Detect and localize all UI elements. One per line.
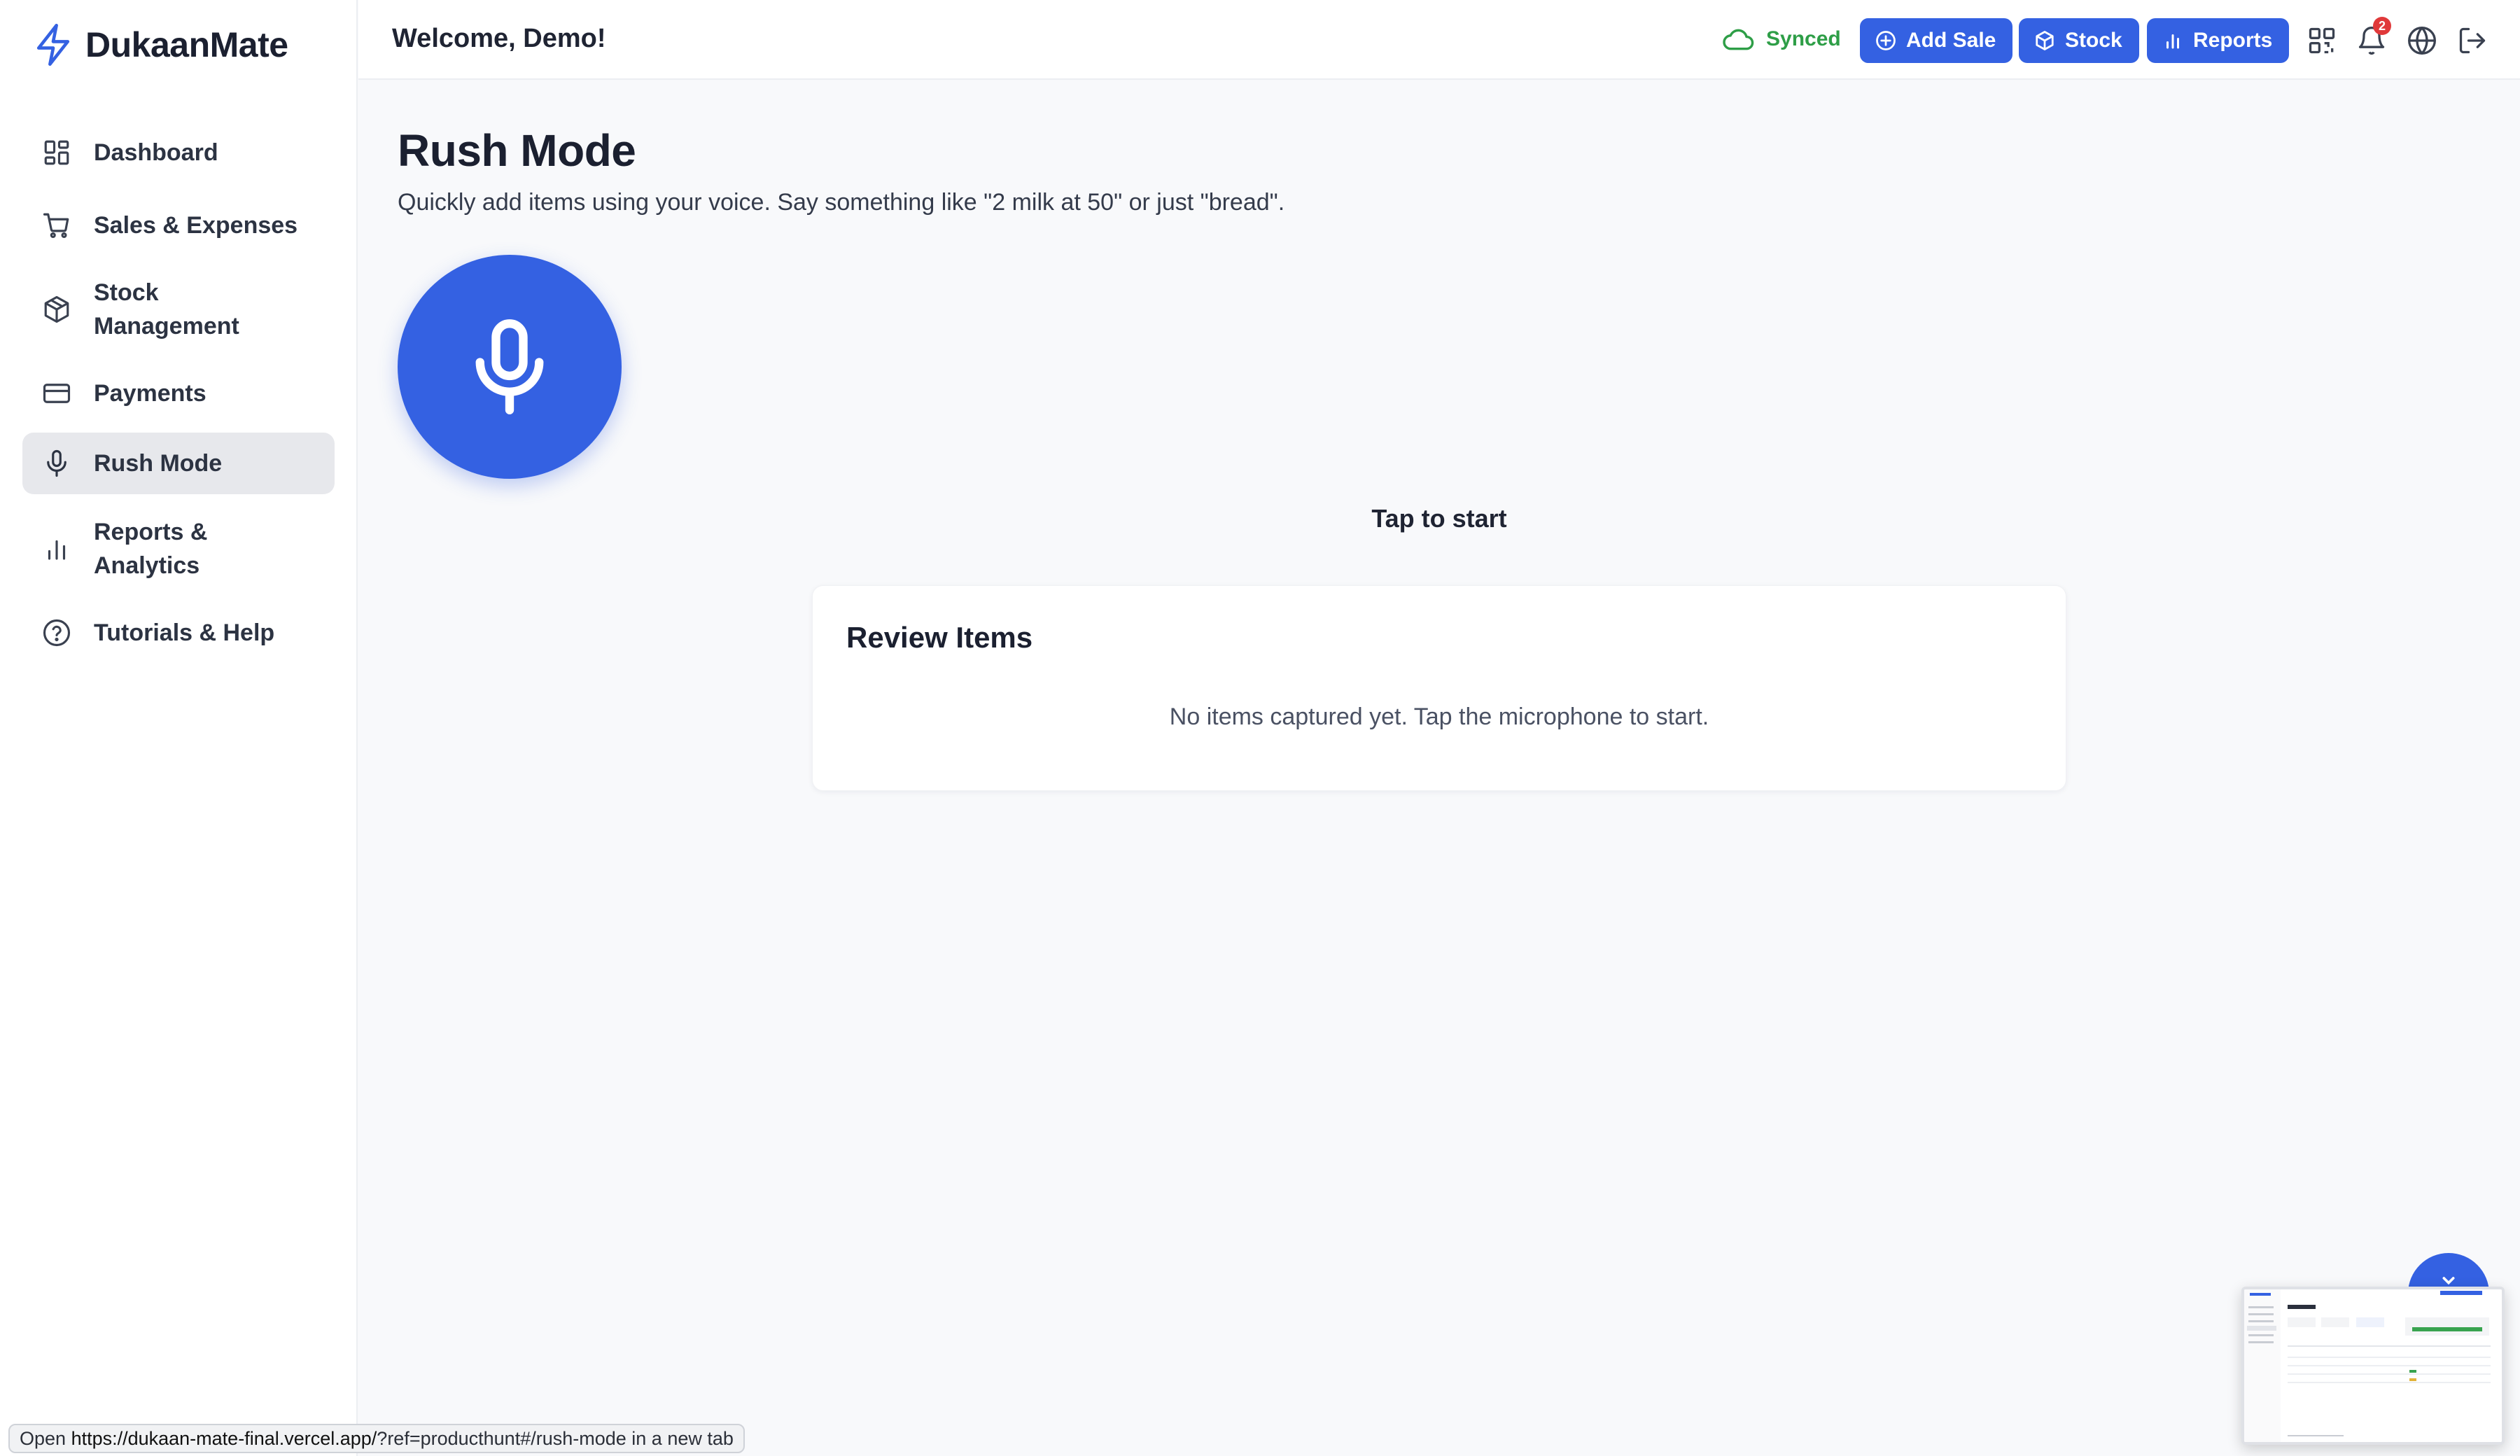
shopping-cart-icon [42,211,71,240]
add-sale-label: Add Sale [1906,29,1996,52]
sidebar-item-reports-analytics[interactable]: Reports & Analytics [22,504,335,594]
status-suffix: in a new tab [626,1428,734,1449]
tap-to-start-label: Tap to start [1371,504,1507,533]
brand[interactable]: DukaanMate [34,24,288,66]
tab-preview-thumbnail[interactable] [2241,1287,2505,1445]
sidebar-item-label: Sales & Expenses [94,212,298,239]
record-voice-button[interactable] [398,255,622,479]
globe-icon[interactable] [2407,25,2437,56]
notification-badge: 2 [2373,17,2391,35]
page-preview-image [2244,1289,2502,1442]
lightning-bolt-icon [34,24,73,66]
plus-circle-icon [1875,30,1896,51]
cloud-icon [1721,25,1755,53]
reports-label: Reports [2193,29,2273,52]
status-prefix: Open [20,1428,71,1449]
app-name: DukaanMate [85,25,288,64]
sidebar-item-label: Tutorials & Help [94,620,275,646]
sidebar-item-label: Reports & Analytics [94,519,208,579]
status-url-path: ?ref=producthunt#/rush-mode [377,1428,626,1449]
stock-label: Stock [2065,29,2122,52]
sidebar: DukaanMate Dashboard Sales & Expenses St… [0,0,358,1456]
sidebar-item-sales-expenses[interactable]: Sales & Expenses [22,192,335,259]
sync-status: Synced [1721,25,1841,53]
reports-button[interactable]: Reports [2147,18,2290,63]
status-bar-url: Open https://dukaan-mate-final.vercel.ap… [8,1424,745,1453]
page-subtitle: Quickly add items using your voice. Say … [398,189,1285,216]
microphone-icon [42,449,71,478]
add-sale-button[interactable]: Add Sale [1860,18,2013,63]
sidebar-item-dashboard[interactable]: Dashboard [22,119,335,186]
stock-button[interactable]: Stock [2019,18,2139,63]
welcome-message: Welcome, Demo! [392,24,606,53]
bar-chart-icon [42,534,71,564]
sidebar-item-payments[interactable]: Payments [22,360,335,427]
credit-card-icon [42,379,71,408]
sidebar-item-rush-mode[interactable]: Rush Mode [22,433,335,494]
box-icon [2034,30,2055,51]
sync-status-label: Synced [1766,27,1841,50]
qr-code-icon[interactable] [2306,25,2337,56]
sidebar-item-label: Rush Mode [94,450,223,477]
bar-chart-icon [2162,30,2183,51]
sidebar-item-tutorials-help[interactable]: Tutorials & Help [22,599,335,666]
sidebar-item-label: Dashboard [94,139,218,166]
main-content: Rush Mode Quickly add items using your v… [358,81,2520,1456]
notifications-button[interactable]: 2 [2356,17,2391,56]
page-title: Rush Mode [398,125,636,176]
box-icon [42,295,71,324]
sidebar-nav: Dashboard Sales & Expenses Stock Managem… [22,119,335,666]
sidebar-item-label: Stock Management [94,279,239,340]
review-items-title: Review Items [846,621,1033,654]
empty-state-message: No items captured yet. Tap the microphon… [1169,704,1709,730]
top-bar: Welcome, Demo! Synced Add Sale Stock Rep… [358,0,2520,80]
dashboard-grid-icon [42,138,71,167]
review-items-card: Review Items No items captured yet. Tap … [812,585,2066,791]
sidebar-item-stock-management[interactable]: Stock Management [22,265,335,354]
microphone-icon [455,312,564,421]
logout-icon[interactable] [2457,25,2488,56]
status-url-host: https://dukaan-mate-final.vercel.app/ [71,1428,377,1449]
help-circle-icon [42,618,71,648]
sidebar-item-label: Payments [94,380,206,407]
